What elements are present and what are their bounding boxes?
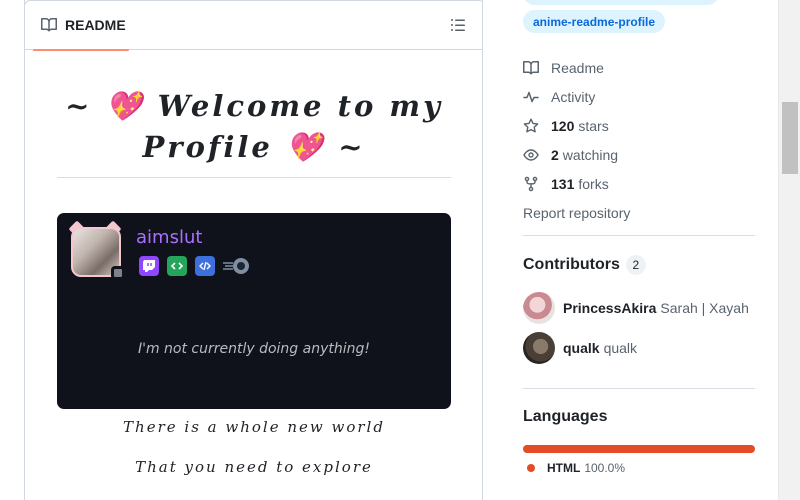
report-repository-link[interactable]: Report repository xyxy=(523,198,630,227)
repo-forked-icon xyxy=(524,176,538,191)
contributor-login: qualk xyxy=(563,340,600,356)
pulse-icon xyxy=(523,91,539,102)
avatar xyxy=(523,292,555,324)
twitch-icon xyxy=(139,256,159,276)
eye-icon xyxy=(523,148,539,161)
stars-count: 120 xyxy=(551,117,575,134)
contributors-heading[interactable]: Contributors 2 xyxy=(523,255,646,275)
forks-label: forks xyxy=(578,175,609,192)
contributor-login: PrincessAkira xyxy=(563,300,657,316)
contributors-count: 2 xyxy=(625,255,646,275)
developer-icon xyxy=(195,256,215,276)
discord-activity-text: I'm not currently doing anything! xyxy=(137,341,371,357)
readme-panel: README ~ 💖 Welcome to my Profile 💖 ~ aim… xyxy=(24,0,483,500)
activity-link[interactable]: Activity xyxy=(523,82,630,111)
tab-readme[interactable]: README xyxy=(33,0,129,51)
active-developer-icon xyxy=(167,256,187,276)
poem-line-2: That you need to explore xyxy=(135,458,373,476)
repo-meta-list: Readme Activity 120 stars 2 watching 131… xyxy=(523,53,630,227)
watchers-link[interactable]: 2 watching xyxy=(523,140,630,169)
book-icon xyxy=(41,17,57,32)
language-name: HTML xyxy=(547,461,581,475)
hypesquad-icon xyxy=(223,256,251,276)
star-icon xyxy=(523,118,539,132)
badge-row xyxy=(139,256,251,276)
language-bar xyxy=(523,445,755,453)
topic-tag[interactable]: anime-readme-profile xyxy=(523,10,666,33)
forks-count: 131 xyxy=(551,175,575,192)
discord-presence-card[interactable]: aimslut I'm not currently doing anything… xyxy=(57,213,451,409)
readme-header: README xyxy=(25,0,482,51)
welcome-line-1: ~ 💖 Welcome to my xyxy=(65,89,443,123)
language-color-dot xyxy=(527,464,535,472)
discord-username: aimslut xyxy=(136,227,203,248)
page-scrollbar[interactable] xyxy=(778,0,800,500)
sidebar-divider xyxy=(523,388,755,389)
sidebar-divider xyxy=(523,235,755,236)
readme-link[interactable]: Readme xyxy=(523,53,630,82)
tab-readme-label: README xyxy=(65,17,126,33)
stars-link[interactable]: 120 stars xyxy=(523,111,630,140)
welcome-line-2: Profile 💖 ~ xyxy=(142,130,366,164)
heading-divider xyxy=(57,177,451,178)
language-item[interactable]: HTML 100.0% xyxy=(523,461,625,475)
book-icon xyxy=(523,60,539,74)
contributors-title: Contributors xyxy=(523,256,620,273)
contributor-item[interactable]: PrincessAkira Sarah | Xayah xyxy=(523,292,749,324)
activity-link-label: Activity xyxy=(551,88,596,105)
language-percent: 100.0% xyxy=(584,461,626,475)
welcome-heading: ~ 💖 Welcome to my Profile 💖 ~ xyxy=(57,86,451,168)
scrollbar-thumb[interactable] xyxy=(782,102,798,174)
avatar xyxy=(523,332,555,364)
watching-count: 2 xyxy=(551,146,559,163)
contributor-name: qualk xyxy=(603,340,638,356)
readme-content: ~ 💖 Welcome to my Profile 💖 ~ aimslut I'… xyxy=(57,50,451,476)
contributor-name: Sarah | Xayah xyxy=(660,300,749,316)
forks-link[interactable]: 131 forks xyxy=(523,169,630,198)
poem-line-1: There is a whole new world xyxy=(123,418,385,436)
watching-label: watching xyxy=(562,146,619,163)
topic-pill-cut-off[interactable] xyxy=(523,0,719,5)
contributor-item[interactable]: qualk qualk xyxy=(523,332,637,364)
status-offline-indicator xyxy=(111,266,125,280)
readme-link-label: Readme xyxy=(551,59,604,76)
list-unordered-icon[interactable] xyxy=(450,17,466,33)
stars-label: stars xyxy=(578,117,609,134)
languages-heading: Languages xyxy=(523,408,608,425)
